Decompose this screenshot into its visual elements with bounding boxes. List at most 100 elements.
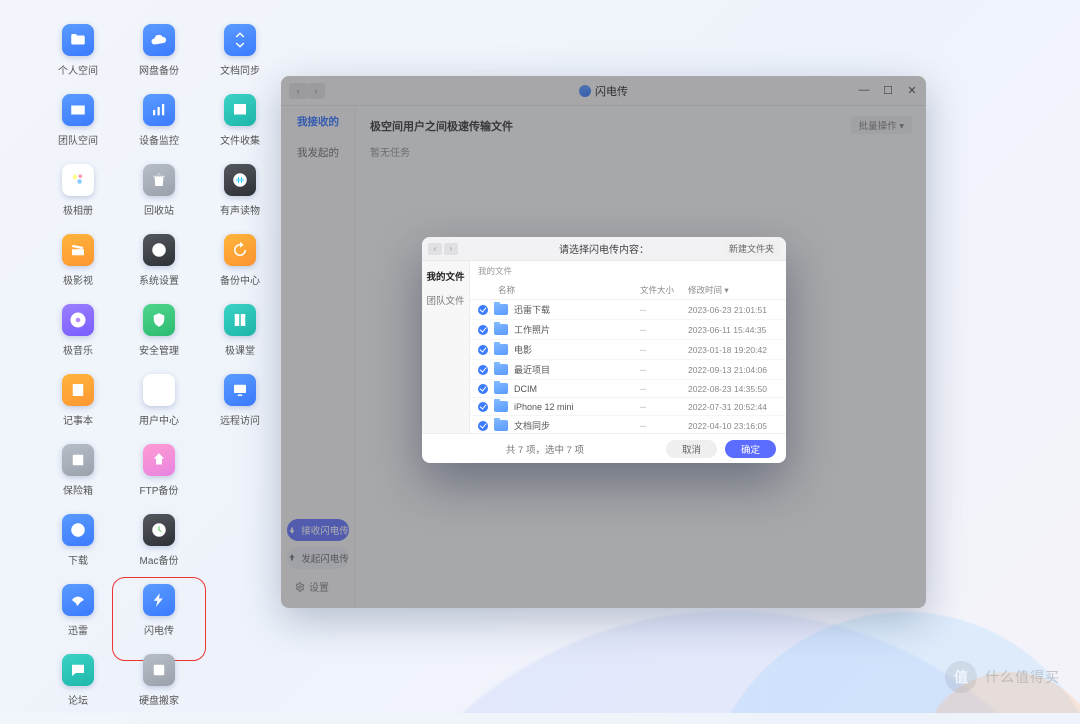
send-button[interactable]: 发起闪电传 — [287, 547, 349, 569]
file-mtime: 2023-06-11 15:44:35 — [688, 325, 778, 335]
app-FTP备份[interactable]: FTP备份 — [119, 444, 199, 514]
app-label: 记事本 — [63, 412, 93, 427]
app-安全管理[interactable]: 安全管理 — [119, 304, 199, 374]
file-size: -- — [640, 325, 688, 335]
app-label: 安全管理 — [139, 342, 179, 357]
col-name[interactable]: 名称 — [478, 284, 640, 296]
app-个人空间[interactable]: 个人空间 — [38, 24, 118, 94]
receive-button[interactable]: 接收闪电传 — [287, 519, 349, 541]
app-闪电传[interactable]: 闪电传 — [119, 584, 199, 654]
tab-sent[interactable]: 我发起的 — [297, 145, 339, 160]
app-极音乐[interactable]: 极音乐 — [38, 304, 118, 374]
disk-icon — [143, 654, 175, 686]
app-下载[interactable]: 下载 — [38, 514, 118, 584]
file-row[interactable]: 最近项目--2022-09-13 21:04:06 — [470, 360, 786, 380]
app-极课堂[interactable]: 极课堂 — [200, 304, 280, 374]
bulk-action[interactable]: 批量操作 ▾ — [851, 116, 912, 134]
checkbox-icon[interactable] — [478, 305, 488, 315]
app-label: Mac备份 — [140, 552, 179, 567]
app-文档同步[interactable]: 文档同步 — [200, 24, 280, 94]
app-用户中心[interactable]: 用户中心 — [119, 374, 199, 444]
chat-icon — [62, 654, 94, 686]
file-size: -- — [640, 365, 688, 375]
dialog-titlebar: ‹› 请选择闪电传内容： 新建文件夹 — [422, 237, 786, 261]
globe-icon — [62, 514, 94, 546]
new-folder-button[interactable]: 新建文件夹 — [723, 241, 780, 256]
app-label: 迅雷 — [68, 622, 88, 637]
window-maximize[interactable]: ☐ — [882, 84, 894, 97]
bird-icon — [62, 584, 94, 616]
window-minimize[interactable]: — — [858, 84, 870, 97]
app-系统设置[interactable]: 系统设置 — [119, 234, 199, 304]
file-name: 文档同步 — [514, 419, 640, 432]
checkbox-icon[interactable] — [478, 325, 488, 335]
app-极相册[interactable]: 极相册 — [38, 164, 118, 234]
app-极影视[interactable]: 极影视 — [38, 234, 118, 304]
file-row[interactable]: 工作照片--2023-06-11 15:44:35 — [470, 320, 786, 340]
file-mtime: 2023-06-23 21:01:51 — [688, 305, 778, 315]
col-size[interactable]: 文件大小 — [640, 284, 688, 296]
file-row[interactable]: 文档同步--2022-04-10 23:16:05 — [470, 416, 786, 433]
sidebar: 我接收的 我发起的 接收闪电传 发起闪电传 设置 — [281, 106, 356, 608]
cancel-button[interactable]: 取消 — [666, 440, 717, 458]
app-团队空间[interactable]: 团队空间 — [38, 94, 118, 164]
empty-text: 暂无任务 — [370, 144, 912, 159]
checkbox-icon[interactable] — [478, 384, 488, 394]
app-label: 用户中心 — [139, 412, 179, 427]
app-保险箱[interactable]: 保险箱 — [38, 444, 118, 514]
file-name: 电影 — [514, 343, 640, 356]
window-close[interactable]: ✕ — [906, 84, 918, 97]
app-迅雷[interactable]: 迅雷 — [38, 584, 118, 654]
app-论坛[interactable]: 论坛 — [38, 654, 118, 724]
watermark-text: 什么值得买 — [985, 667, 1060, 687]
file-name: 最近项目 — [514, 363, 640, 376]
app-有声读物[interactable]: 有声读物 — [200, 164, 280, 234]
file-mtime: 2022-07-31 20:52:44 — [688, 402, 778, 412]
breadcrumb[interactable]: 我的文件 — [470, 261, 786, 281]
inbox-icon — [224, 94, 256, 126]
file-row[interactable]: 电影--2023-01-18 19:20:42 — [470, 340, 786, 360]
file-row[interactable]: DCIM--2022-08-23 14:35:50 — [470, 380, 786, 398]
checkbox-icon[interactable] — [478, 402, 488, 412]
app-label: 系统设置 — [139, 272, 179, 287]
checkbox-icon[interactable] — [478, 421, 488, 431]
app-label: 备份中心 — [220, 272, 260, 287]
app-icon — [579, 85, 591, 97]
dialog-tab-teamfiles[interactable]: 团队文件 — [426, 293, 464, 307]
refresh-icon — [224, 234, 256, 266]
checkbox-icon[interactable] — [478, 345, 488, 355]
team-icon — [62, 94, 94, 126]
app-网盘备份[interactable]: 网盘备份 — [119, 24, 199, 94]
app-远程访问[interactable]: 远程访问 — [200, 374, 280, 444]
dialog-tab-myfiles[interactable]: 我的文件 — [426, 269, 464, 283]
dialog-sidebar: 我的文件 团队文件 — [422, 261, 470, 433]
app-label: 文档同步 — [220, 62, 260, 77]
titlebar: ‹ › 闪电传 — ☐ ✕ — [281, 76, 926, 106]
app-label: FTP备份 — [140, 482, 179, 497]
app-硬盘搬家[interactable]: 硬盘搬家 — [119, 654, 199, 724]
nav-forward[interactable]: › — [307, 83, 325, 99]
file-size: -- — [640, 402, 688, 412]
bolt-icon — [143, 584, 175, 616]
app-label: 极音乐 — [63, 342, 93, 357]
col-mtime[interactable]: 修改时间 ▾ — [688, 284, 778, 296]
photo-icon — [62, 164, 94, 196]
app-label: 闪电传 — [144, 622, 174, 637]
file-row[interactable]: iPhone 12 mini--2022-07-31 20:52:44 — [470, 398, 786, 416]
checkbox-icon[interactable] — [478, 365, 488, 375]
tab-received[interactable]: 我接收的 — [297, 114, 339, 129]
ok-button[interactable]: 确定 — [725, 440, 776, 458]
nav-back[interactable]: ‹ — [289, 83, 307, 99]
app-记事本[interactable]: 记事本 — [38, 374, 118, 444]
file-row[interactable]: 迅雷下载--2023-06-23 21:01:51 — [470, 300, 786, 320]
app-label: 个人空间 — [58, 62, 98, 77]
app-备份中心[interactable]: 备份中心 — [200, 234, 280, 304]
app-Mac备份[interactable]: Mac备份 — [119, 514, 199, 584]
column-headers: 名称 文件大小 修改时间 ▾ — [470, 281, 786, 300]
music-icon — [62, 304, 94, 336]
file-rows: 迅雷下载--2023-06-23 21:01:51工作照片--2023-06-1… — [470, 300, 786, 433]
app-回收站[interactable]: 回收站 — [119, 164, 199, 234]
app-文件收集[interactable]: 文件收集 — [200, 94, 280, 164]
app-设备监控[interactable]: 设备监控 — [119, 94, 199, 164]
settings-button[interactable]: 设置 — [287, 575, 349, 598]
